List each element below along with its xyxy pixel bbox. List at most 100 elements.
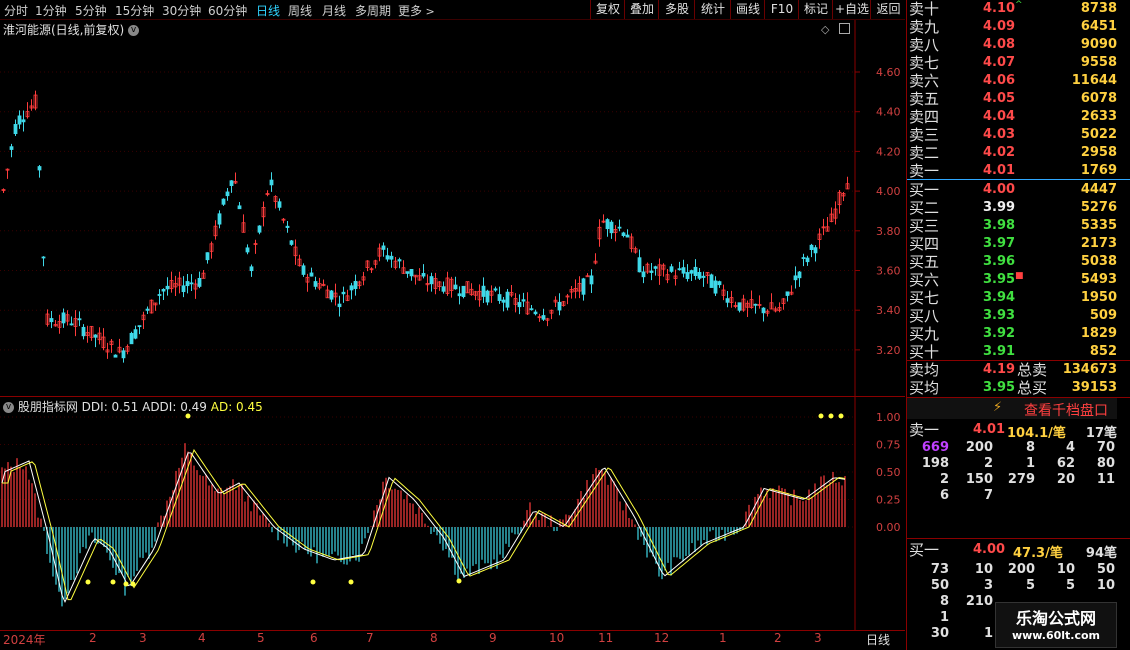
signal-dot xyxy=(838,413,844,419)
candle-body xyxy=(581,278,586,295)
ask-label: 卖七 xyxy=(909,54,940,72)
candle-body xyxy=(129,332,134,345)
bid-label: 买九 xyxy=(909,325,940,343)
candle-body xyxy=(37,166,42,171)
sell1-price: 4.01 xyxy=(973,422,1006,437)
candle-body xyxy=(453,284,458,290)
ask-row[interactable]: 卖一 4.01 1769 xyxy=(907,162,1117,180)
ask-row[interactable]: 卖四 4.04 2633 xyxy=(907,108,1117,126)
bid-row[interactable]: 买八 3.93 509 xyxy=(907,307,1117,325)
queue-order-size: 279 xyxy=(1007,472,1035,487)
bid-row[interactable]: 买十 3.91 852 xyxy=(907,343,1117,361)
buy1-avg-per-order: 47.3/笔 xyxy=(1013,546,1063,561)
x-label: 5 xyxy=(257,631,265,645)
price-tick-label: 3.60 xyxy=(876,265,901,278)
ask-row[interactable]: 卖七 4.07 9558 xyxy=(907,54,1117,72)
ask-row[interactable]: 卖八 4.08 9090 xyxy=(907,36,1117,54)
candle-body xyxy=(77,318,82,321)
more-label: 更多 xyxy=(398,4,423,18)
adjust-button[interactable]: 复权 xyxy=(590,0,625,19)
bid-row[interactable]: 买七 3.94 1950 xyxy=(907,289,1117,307)
ask-label: 卖九 xyxy=(909,18,940,36)
bid-volume: 5493 xyxy=(1080,272,1117,287)
queue-order-size: 1 xyxy=(983,626,993,641)
ask-row[interactable]: 卖二 4.02 2958 xyxy=(907,144,1117,162)
bid-row[interactable]: 买一 4.00 4447 xyxy=(907,181,1117,199)
ask-volume: 5022 xyxy=(1080,127,1117,142)
bid-row[interactable]: 买四 3.97 2173 xyxy=(907,235,1117,253)
signal-dot xyxy=(818,413,824,419)
ask-row[interactable]: 卖六 4.06 11644 xyxy=(907,72,1117,90)
period-tab-30min[interactable]: 30分钟 xyxy=(162,2,201,19)
indicator-title[interactable]: v 股朋指标网 DDI: 0.51 ADDI: 0.49 AD: 0.45 xyxy=(3,398,263,415)
x-label: 9 xyxy=(489,631,497,645)
addi-value: ADDI: 0.49 xyxy=(142,400,207,414)
period-tab-more[interactable]: 更多 > xyxy=(398,2,435,19)
period-tab-15min[interactable]: 15分钟 xyxy=(115,2,154,19)
queue-order-size: 3 xyxy=(983,578,993,593)
bid-row[interactable]: 买三 3.98 5335 xyxy=(907,217,1117,235)
period-tab-daily[interactable]: 日线 xyxy=(256,2,280,19)
candle-body xyxy=(285,225,290,228)
bid-row[interactable]: 买六 3.95 5493 ■ xyxy=(907,271,1117,289)
bid-label: 买二 xyxy=(909,199,940,217)
period-tab-5min[interactable]: 5分钟 xyxy=(75,2,107,19)
mark-button[interactable]: 标记 xyxy=(798,0,833,19)
overlay-button[interactable]: 叠加 xyxy=(624,0,659,19)
ask-row[interactable]: 卖三 4.03 5022 xyxy=(907,126,1117,144)
x-label: 3 xyxy=(139,631,147,645)
chart-title[interactable]: 淮河能源(日线,前复权) v xyxy=(3,21,140,38)
ask-row[interactable]: 卖五 4.05 6078 xyxy=(907,90,1117,108)
ad-value: AD: 0.45 xyxy=(210,400,263,414)
candle-body xyxy=(653,266,658,269)
x-label: 11 xyxy=(598,631,614,645)
indicator-name: 股朋指标网 xyxy=(17,400,78,414)
x-label: 7 xyxy=(366,631,374,645)
period-tab-multi[interactable]: 多周期 xyxy=(355,2,391,19)
period-tab-1min[interactable]: 1分钟 xyxy=(35,2,67,19)
period-tab-timeshare[interactable]: 分时 xyxy=(4,2,28,19)
candle-body xyxy=(189,282,194,285)
signal-dot xyxy=(456,578,462,584)
bid-volume: 5038 xyxy=(1080,254,1117,269)
candle-body xyxy=(133,329,138,339)
maximize-icon[interactable] xyxy=(839,23,850,34)
add-watchlist-button[interactable]: +自选 xyxy=(832,0,871,19)
chevron-down-icon[interactable]: v xyxy=(128,25,140,36)
signal-dot xyxy=(310,579,316,585)
statistics-button[interactable]: 统计 xyxy=(694,0,731,19)
bid-price: 3.94 xyxy=(983,290,1016,305)
candle-body xyxy=(689,270,694,274)
diamond-icon[interactable]: ◇ xyxy=(821,23,829,36)
candlestick-chart[interactable]: 4.60 4.40 4.20 4.00 3.80 3.60 3.40 3.20 xyxy=(0,20,905,396)
period-tab-weekly[interactable]: 周线 xyxy=(288,2,312,19)
period-tab-monthly[interactable]: 月线 xyxy=(322,2,346,19)
queue-order-size: 1 xyxy=(1025,456,1035,471)
back-button[interactable]: 返回 xyxy=(870,0,906,19)
ask-row[interactable]: 卖九 4.09 6451 xyxy=(907,18,1117,36)
candle-body xyxy=(157,294,162,296)
bid-row[interactable]: 买九 3.92 1829 xyxy=(907,325,1117,343)
indicator-chart[interactable]: 1.00 0.75 0.50 0.25 0.00 xyxy=(0,397,905,630)
signal-dot xyxy=(85,579,91,585)
multi-stock-button[interactable]: 多股 xyxy=(658,0,695,19)
candle-body xyxy=(501,299,506,303)
sell1-avg-per-order: 104.1/笔 xyxy=(1007,426,1066,441)
period-tab-60min[interactable]: 60分钟 xyxy=(208,2,247,19)
x-label: 12 xyxy=(654,631,670,645)
bid-row[interactable]: 买五 3.96 5038 xyxy=(907,253,1117,271)
period-tag[interactable]: 日线 xyxy=(866,631,890,648)
f10-button[interactable]: F10 xyxy=(764,0,799,19)
draw-line-button[interactable]: 画线 xyxy=(730,0,765,19)
candle-body xyxy=(17,115,22,125)
ask-volume: 9090 xyxy=(1080,37,1117,52)
candle-body xyxy=(801,257,806,259)
ask-row[interactable]: 卖十 4.10 8738 ^ xyxy=(907,0,1117,18)
bid-label: 买三 xyxy=(909,217,940,235)
bid-row[interactable]: 买二 3.99 5276 xyxy=(907,199,1117,217)
lightning-icon: ⚡ xyxy=(993,400,1003,415)
view-depth-button[interactable]: 查看千档盘口 xyxy=(1024,400,1108,420)
bid-average-row: 买均 3.95 总买 39153 xyxy=(907,379,1117,397)
period-toolbar: 分时 1分钟 5分钟 15分钟 30分钟 60分钟 日线 周线 月线 多周期 更… xyxy=(0,0,905,20)
chevron-down-icon[interactable]: v xyxy=(3,402,14,413)
